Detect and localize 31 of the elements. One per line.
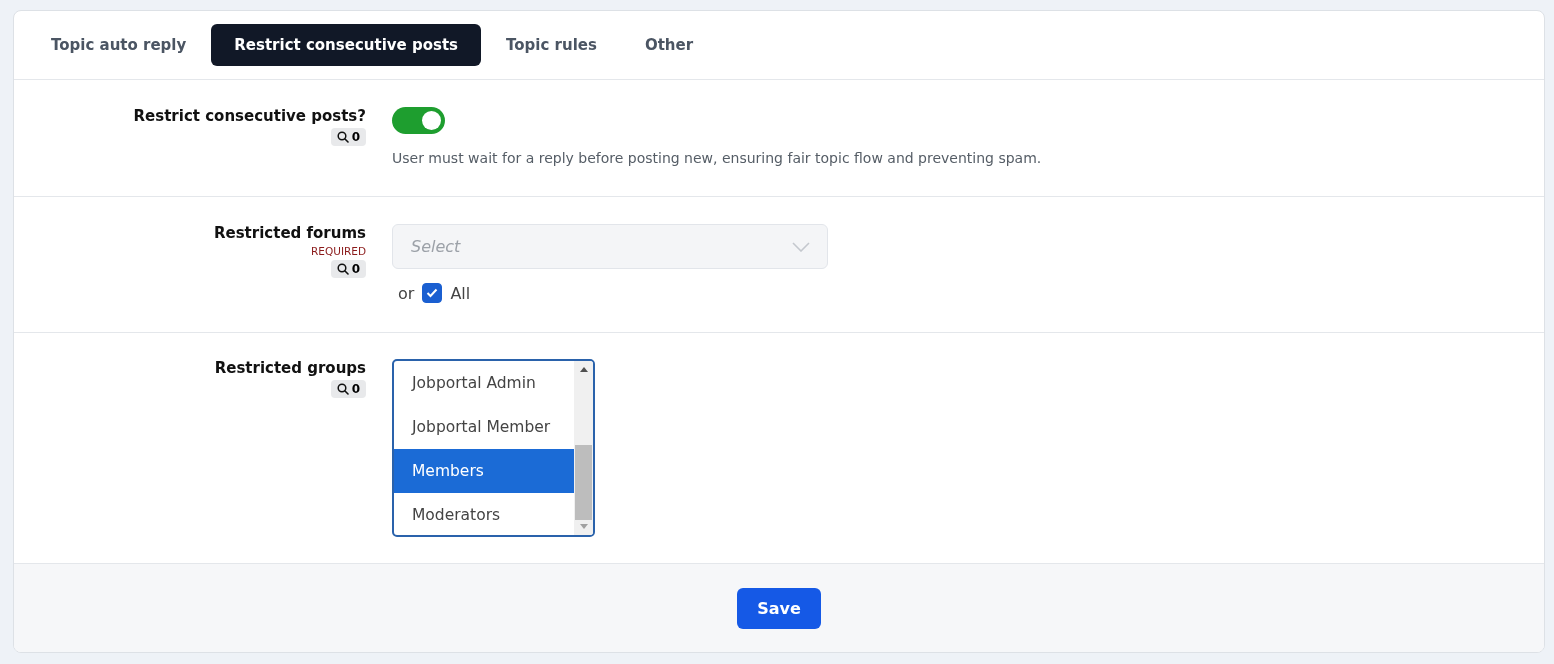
list-option[interactable]: Members bbox=[394, 449, 574, 493]
tab[interactable]: Restrict consecutive posts bbox=[211, 24, 481, 66]
group-listbox[interactable]: Jobportal Admin Jobportal Member Members Moderators bbox=[392, 359, 595, 537]
list-option[interactable]: Moderators bbox=[394, 493, 574, 535]
check-icon bbox=[426, 288, 439, 298]
checkbox-label: All bbox=[450, 283, 471, 303]
save-button[interactable]: Save bbox=[737, 587, 821, 629]
list-option[interactable]: Jobportal Admin bbox=[394, 361, 574, 405]
tab[interactable]: Other bbox=[621, 24, 717, 66]
search-icon bbox=[336, 263, 349, 275]
search-count-badge[interactable]: 0 bbox=[330, 128, 366, 146]
setting-label: Restrict consecutive posts? bbox=[133, 107, 366, 125]
or-text: or bbox=[398, 283, 415, 303]
help-text: User must wait for a reply before posting new, ensuring fair topic flow and preventing spam. bbox=[392, 150, 1043, 166]
search-count-badge[interactable]: 0 bbox=[330, 260, 366, 278]
setting-label: Restricted forums bbox=[213, 224, 366, 242]
select-field[interactable]: Select bbox=[392, 224, 828, 269]
search-icon bbox=[336, 131, 349, 143]
toggle-switch[interactable] bbox=[392, 107, 445, 134]
tab[interactable]: Topic auto reply bbox=[28, 24, 210, 66]
chevron-down-icon bbox=[792, 242, 810, 252]
search-count-badge[interactable]: 0 bbox=[330, 380, 366, 398]
list-option[interactable]: Jobportal Member bbox=[394, 405, 574, 449]
setting-label: Restricted groups bbox=[214, 359, 366, 377]
scroll-up-icon[interactable] bbox=[578, 366, 589, 372]
required-label: REQUIRED bbox=[311, 245, 366, 257]
tab[interactable]: Topic rules bbox=[483, 24, 620, 66]
checkbox[interactable] bbox=[422, 283, 443, 303]
scroll-down-icon[interactable] bbox=[578, 524, 589, 530]
scrollbar[interactable] bbox=[574, 361, 593, 535]
search-icon bbox=[336, 383, 349, 395]
